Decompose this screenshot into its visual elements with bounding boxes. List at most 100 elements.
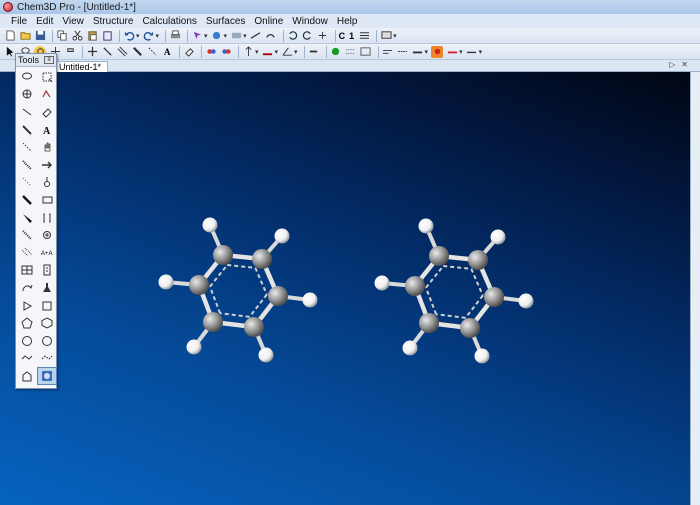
hashed-wedge-icon[interactable]: [17, 156, 37, 174]
hashed-bond-icon[interactable]: [17, 226, 37, 244]
wedge-bond-icon[interactable]: [17, 209, 37, 227]
rectangle-select-icon[interactable]: [37, 68, 57, 86]
tab-scroll-icon[interactable]: ▷✕: [669, 60, 694, 69]
distance-icon[interactable]: [397, 46, 409, 58]
menu-file[interactable]: File: [8, 16, 33, 27]
color-dropdown-icon[interactable]: ▾: [243, 32, 247, 40]
benzene-molecule-1[interactable]: [158, 217, 318, 363]
dipole-icon[interactable]: [466, 46, 478, 58]
clipboard-icon[interactable]: [101, 30, 113, 42]
carbon-atom[interactable]: [213, 245, 233, 265]
hydrogen-atom[interactable]: [402, 340, 418, 356]
link-icon[interactable]: [265, 30, 277, 42]
triangle-icon[interactable]: [17, 297, 37, 315]
measure-icon[interactable]: [250, 30, 262, 42]
square-icon[interactable]: [37, 297, 57, 315]
print-icon[interactable]: [169, 30, 181, 42]
hexagon-icon[interactable]: [37, 314, 57, 332]
hydrogen-atom[interactable]: [302, 292, 318, 308]
rotate-icon[interactable]: [37, 86, 57, 104]
arrow-icon[interactable]: [37, 156, 57, 174]
carbon-label-button[interactable]: C: [339, 31, 346, 41]
measurement-icon[interactable]: [382, 46, 394, 58]
molecule-view-icon[interactable]: [37, 367, 57, 385]
chain-alt-icon[interactable]: [37, 350, 57, 368]
template-icon[interactable]: [37, 262, 57, 280]
select-dropdown-icon[interactable]: ▾: [204, 32, 208, 40]
curve-arrow-icon[interactable]: [17, 279, 37, 297]
list-icon[interactable]: [308, 46, 320, 58]
text-icon[interactable]: A: [37, 121, 57, 139]
triple-bond-tb-icon[interactable]: [131, 46, 143, 58]
ruler-icon[interactable]: [412, 46, 424, 58]
carbon-atom[interactable]: [252, 249, 272, 269]
lasso-select-icon[interactable]: [17, 68, 37, 86]
eraser-tb-icon[interactable]: [183, 46, 195, 58]
redo-icon[interactable]: [143, 30, 155, 42]
pentagon-icon[interactable]: [17, 314, 37, 332]
dashed-bond-icon[interactable]: [17, 138, 37, 156]
menu-online[interactable]: Online: [251, 16, 289, 27]
hydrogen-atom[interactable]: [202, 217, 218, 233]
hand-icon[interactable]: [37, 138, 57, 156]
save-icon[interactable]: [34, 30, 46, 42]
mirror-view-icon[interactable]: [220, 46, 232, 58]
pencil-icon[interactable]: [17, 121, 37, 139]
hydrogen-atom[interactable]: [418, 218, 434, 234]
menu-window[interactable]: Window: [289, 16, 334, 27]
move-objects-icon[interactable]: [86, 46, 98, 58]
atom-labels-icon[interactable]: [358, 30, 370, 42]
circle-alt-icon[interactable]: [37, 332, 57, 350]
model-window[interactable]: [0, 72, 690, 505]
tab-untitled-1[interactable]: Untitled-1*: [52, 61, 109, 72]
hydrogen-atom[interactable]: [374, 275, 390, 291]
bond-length-icon[interactable]: [262, 46, 274, 58]
carbon-atom[interactable]: [268, 286, 288, 306]
surface-icon[interactable]: [431, 45, 444, 58]
grid-icon[interactable]: [345, 46, 357, 58]
hydrogen-atom[interactable]: [258, 347, 274, 363]
display-mode-dropdown-icon[interactable]: ▾: [224, 32, 228, 40]
redo-dropdown-icon[interactable]: ▾: [156, 32, 160, 40]
bond-angle-icon[interactable]: [281, 46, 293, 58]
eraser-icon[interactable]: [37, 103, 57, 121]
flask-icon[interactable]: [37, 279, 57, 297]
orbital-dropdown-icon[interactable]: ▾: [459, 48, 463, 56]
carbon-atom[interactable]: [484, 287, 504, 307]
circle-icon[interactable]: [17, 332, 37, 350]
chain-icon[interactable]: [17, 350, 37, 368]
palette-menu-icon[interactable]: ≡: [44, 56, 54, 64]
ruler-dropdown-icon[interactable]: ▾: [425, 48, 429, 56]
carbon-atom[interactable]: [468, 250, 488, 270]
bond-length-dropdown-icon[interactable]: ▾: [275, 48, 279, 56]
model-up-dropdown-icon[interactable]: ▾: [255, 48, 259, 56]
menu-surfaces[interactable]: Surfaces: [203, 16, 251, 27]
carbon-atom[interactable]: [405, 276, 425, 296]
charge-icon[interactable]: [37, 226, 57, 244]
single-bond-icon[interactable]: [17, 103, 37, 121]
hydrogen-atom[interactable]: [490, 229, 506, 245]
refresh-icon[interactable]: [287, 30, 299, 42]
menu-structure[interactable]: Structure: [90, 16, 140, 27]
table-tb-icon[interactable]: [360, 46, 372, 58]
tools-palette-header[interactable]: Tools ≡: [16, 54, 56, 67]
open-icon[interactable]: [19, 30, 31, 42]
benzene-molecule-2[interactable]: [374, 218, 534, 364]
tools-palette[interactable]: Tools ≡ A A+A: [15, 53, 57, 389]
text-tb-icon[interactable]: A: [161, 46, 173, 58]
paste-icon[interactable]: [86, 30, 98, 42]
hydrogen-atom[interactable]: [518, 293, 534, 309]
wavy-bond-icon[interactable]: [17, 174, 37, 192]
rotate-view-icon[interactable]: [302, 30, 314, 42]
hydrogen-atom[interactable]: [158, 274, 174, 290]
zoom-icon[interactable]: [64, 46, 76, 58]
serial-number-button[interactable]: 1: [349, 31, 354, 41]
cut-icon[interactable]: [71, 30, 83, 42]
atom-map-icon[interactable]: [37, 174, 57, 192]
menu-calculations[interactable]: Calculations: [139, 16, 202, 27]
stereo-dropdown-icon[interactable]: ▾: [393, 32, 397, 40]
carbon-atom[interactable]: [244, 317, 264, 337]
single-bond-tb-icon[interactable]: [101, 46, 113, 58]
color-icon[interactable]: [230, 30, 242, 42]
flip-icon[interactable]: [317, 30, 329, 42]
